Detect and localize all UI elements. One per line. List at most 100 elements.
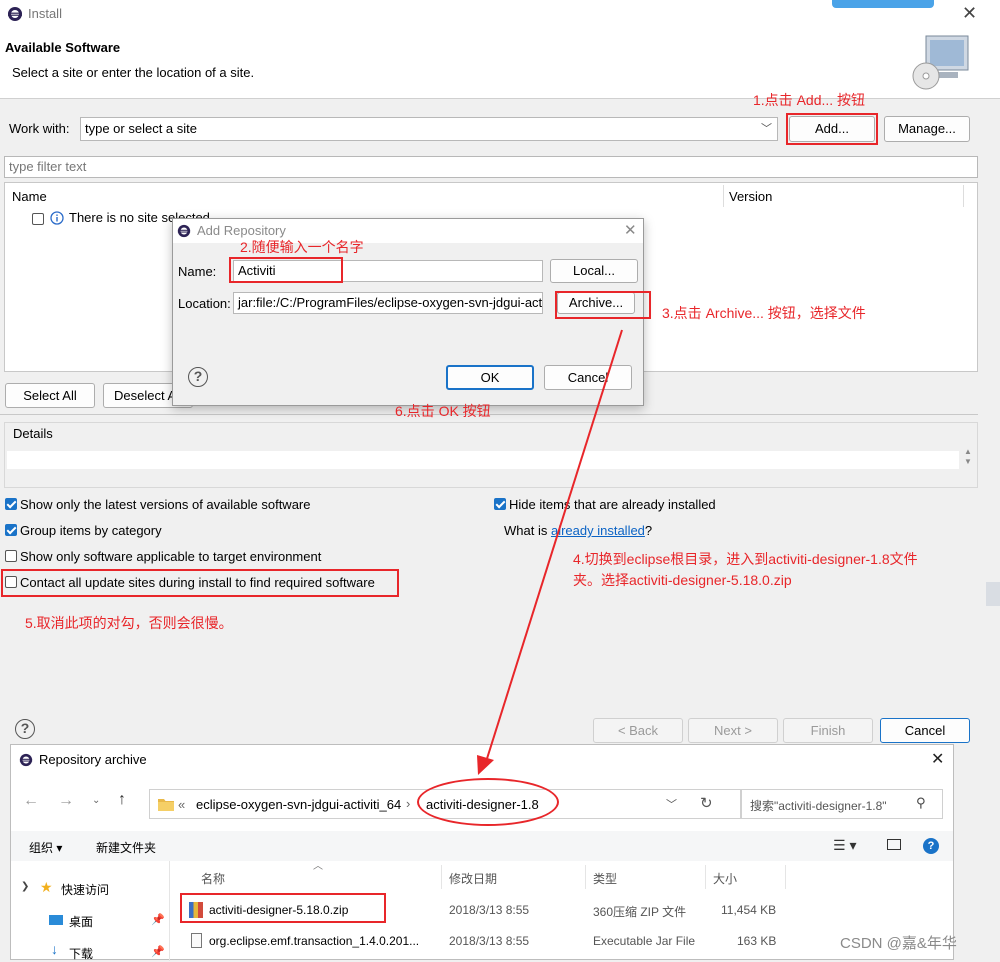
breadcrumb-parent[interactable]: eclipse-oxygen-svn-jdgui-activiti_64 bbox=[196, 797, 401, 812]
back-arrow-icon[interactable]: ← bbox=[23, 792, 39, 810]
view-menu-icon[interactable]: ☰ ▾ bbox=[833, 837, 856, 854]
details-scrollbar[interactable]: ▲ ▼ bbox=[961, 447, 975, 473]
repository-archive-title: Repository archive bbox=[39, 752, 147, 767]
highlight-zip-file bbox=[180, 893, 386, 923]
expand-arrow-icon[interactable]: ❯ bbox=[21, 881, 29, 892]
annotation-step-4-line2: 夹。选择activiti-designer-5.18.0.zip bbox=[573, 572, 792, 588]
file-col-name[interactable]: 名称 bbox=[201, 870, 225, 887]
eclipse-icon bbox=[177, 224, 191, 238]
target-env-checkbox[interactable] bbox=[5, 550, 17, 562]
details-group: Details ▲ ▼ bbox=[4, 422, 978, 488]
nav-pane: ❯ ★ 快速访问 桌面 📌 ↓ 下载 📌 bbox=[11, 861, 170, 961]
already-installed-link[interactable]: already installed bbox=[551, 523, 645, 538]
row-checkbox[interactable] bbox=[32, 213, 44, 225]
group-by-category-label: Group items by category bbox=[20, 523, 162, 538]
install-computer-icon bbox=[912, 35, 969, 90]
name-label: Name: bbox=[178, 264, 217, 279]
page-title: Available Software bbox=[5, 40, 121, 55]
file-col-date[interactable]: 修改日期 bbox=[449, 870, 497, 887]
file-size: 163 KB bbox=[737, 934, 777, 948]
eclipse-icon bbox=[8, 7, 22, 21]
annotation-step-2: 2.随便输入一个名字 bbox=[240, 239, 364, 255]
what-is-text: What is already installed? bbox=[504, 523, 653, 538]
details-text-area bbox=[7, 451, 959, 469]
ok-button[interactable]: OK bbox=[446, 365, 534, 390]
file-date: 2018/3/13 8:55 bbox=[449, 903, 530, 917]
new-folder-button[interactable]: 新建文件夹 bbox=[96, 839, 156, 856]
cancel-button[interactable]: Cancel bbox=[880, 718, 970, 743]
install-title: Install bbox=[28, 6, 62, 21]
close-icon[interactable]: ✕ bbox=[624, 221, 637, 239]
page-subtitle: Select a site or enter the location of a… bbox=[12, 65, 255, 80]
highlight-add-button bbox=[786, 113, 878, 145]
help-icon[interactable]: ? bbox=[188, 367, 208, 387]
install-header: Available Software Select a site or ente… bbox=[0, 28, 1000, 99]
table-row[interactable]: org.eclipse.emf.transaction_1.4.0.201...… bbox=[181, 928, 801, 956]
select-all-button[interactable]: Select All bbox=[5, 383, 95, 408]
target-env-label: Show only software applicable to target … bbox=[20, 549, 322, 564]
hide-installed-checkbox[interactable] bbox=[494, 498, 506, 510]
location-input[interactable]: jar:file:/C:/ProgramFiles/eclipse-oxygen… bbox=[233, 292, 543, 314]
file-col-size[interactable]: 大小 bbox=[713, 870, 737, 887]
star-icon: ★ bbox=[40, 879, 53, 895]
work-with-combo[interactable]: type or select a site ﹀ bbox=[80, 117, 778, 141]
file-toolbar: 组织 ▾ 新建文件夹 ☰ ▾ ? bbox=[11, 831, 953, 861]
latest-versions-label: Show only the latest versions of availab… bbox=[20, 497, 311, 512]
finish-button[interactable]: Finish bbox=[783, 718, 873, 743]
desktop-icon bbox=[49, 915, 63, 925]
group-by-category-checkbox[interactable] bbox=[5, 524, 17, 536]
file-name: org.eclipse.emf.transaction_1.4.0.201... bbox=[209, 934, 420, 948]
recent-dropdown-icon[interactable]: ⌄ bbox=[92, 795, 100, 806]
file-size: 11,454 KB bbox=[721, 903, 777, 917]
work-with-label: Work with: bbox=[9, 121, 70, 136]
watermark: CSDN @嘉&年华 bbox=[840, 935, 957, 952]
organize-menu[interactable]: 组织 ▾ bbox=[29, 839, 62, 856]
close-icon[interactable]: ✕ bbox=[962, 3, 977, 24]
jar-file-icon bbox=[191, 933, 202, 948]
up-arrow-icon[interactable]: ↑ bbox=[118, 791, 126, 809]
filter-input[interactable]: type filter text bbox=[4, 156, 978, 178]
repo-cancel-button[interactable]: Cancel bbox=[544, 365, 632, 390]
file-type: Executable Jar File bbox=[593, 934, 696, 948]
sidebar-item-desktop[interactable]: 桌面 bbox=[69, 913, 93, 930]
info-icon bbox=[50, 211, 64, 225]
annotation-step-6: 6.点击 OK 按钮 bbox=[395, 403, 491, 419]
forward-arrow-icon[interactable]: → bbox=[58, 792, 74, 810]
help-icon[interactable]: ? bbox=[923, 838, 939, 854]
annotation-step-3: 3.点击 Archive... 按钮，选择文件 bbox=[662, 305, 866, 321]
column-version-header: Version bbox=[729, 189, 773, 204]
install-titlebar: Install ✕ bbox=[0, 0, 1000, 28]
annotation-step-5: 5.取消此项的对勾，否则会很慢。 bbox=[25, 615, 233, 631]
file-type: 360压缩 ZIP 文件 bbox=[593, 905, 687, 919]
help-icon[interactable]: ? bbox=[15, 719, 35, 739]
highlight-name-input bbox=[229, 257, 343, 283]
local-button[interactable]: Local... bbox=[550, 259, 638, 283]
next-button[interactable]: Next > bbox=[688, 718, 778, 743]
repository-archive-dialog: Repository archive ✕ ← → ⌄ ↑ « eclipse-o… bbox=[10, 744, 954, 961]
top-right-badge bbox=[832, 0, 934, 8]
back-button[interactable]: < Back bbox=[593, 718, 683, 743]
file-col-type[interactable]: 类型 bbox=[593, 870, 617, 887]
close-icon[interactable]: ✕ bbox=[931, 749, 944, 769]
details-label: Details bbox=[13, 426, 53, 441]
pin-icon: 📌 bbox=[151, 946, 165, 958]
sidebar-item-downloads[interactable]: 下载 bbox=[69, 945, 93, 962]
latest-versions-checkbox[interactable] bbox=[5, 498, 17, 510]
preview-pane-icon[interactable] bbox=[887, 839, 901, 850]
search-input[interactable]: 搜索"activiti-designer-1.8" ⚲ bbox=[741, 789, 943, 819]
manage-button[interactable]: Manage... bbox=[884, 116, 970, 142]
search-icon: ⚲ bbox=[916, 795, 926, 810]
annotation-step-4-line1: 4.切换到eclipse根目录，进入到activiti-designer-1.8… bbox=[573, 551, 918, 567]
refresh-icon[interactable]: ↻ bbox=[700, 794, 713, 812]
location-label: Location: bbox=[178, 296, 231, 311]
file-date: 2018/3/13 8:55 bbox=[449, 934, 530, 948]
add-repository-title: Add Repository bbox=[197, 223, 286, 238]
download-icon: ↓ bbox=[51, 941, 58, 957]
background-window-edge bbox=[986, 582, 1000, 606]
folder-icon bbox=[158, 799, 174, 811]
sidebar-item-quick-access[interactable]: 快速访问 bbox=[61, 881, 109, 898]
pin-icon: 📌 bbox=[151, 914, 165, 926]
sort-arrow-icon: ︿ bbox=[313, 861, 323, 872]
chevron-down-icon[interactable]: ﹀ bbox=[666, 796, 677, 812]
highlight-current-folder bbox=[417, 778, 559, 826]
